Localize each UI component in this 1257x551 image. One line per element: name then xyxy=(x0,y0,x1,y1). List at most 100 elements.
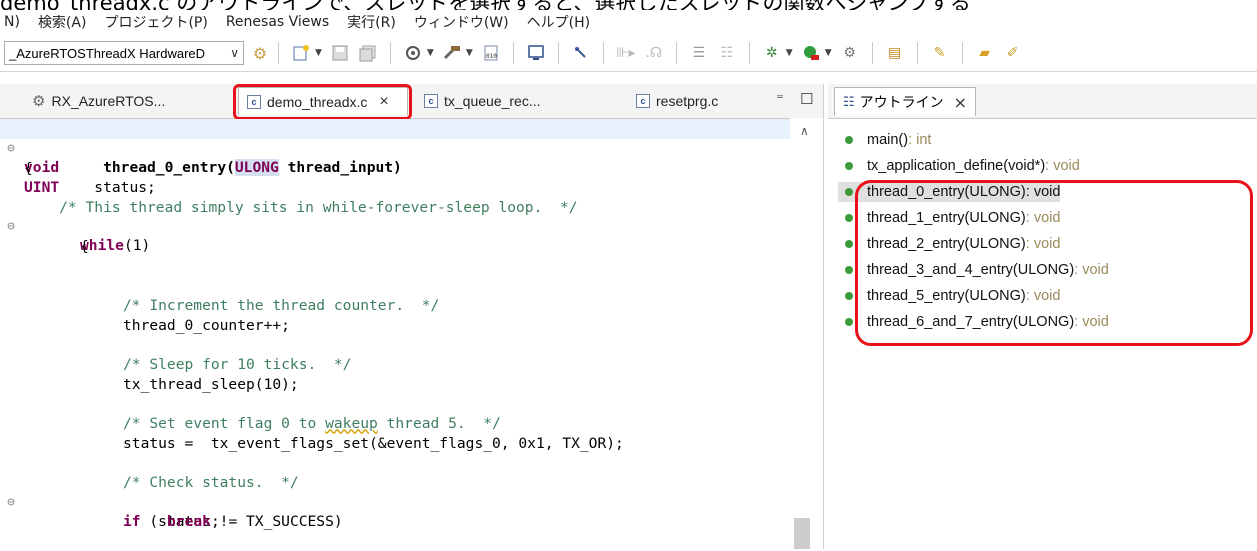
function-dot-icon xyxy=(845,136,853,144)
toolbar-separator xyxy=(961,42,963,64)
function-dot-icon xyxy=(845,162,853,170)
chevron-down-icon[interactable]: ▼ xyxy=(427,48,434,58)
maximize-icon[interactable]: ☐ xyxy=(800,90,813,108)
toolbar-separator xyxy=(389,42,391,64)
svg-text:010: 010 xyxy=(486,53,497,60)
function-dot-icon xyxy=(845,292,853,300)
code-token: (1) xyxy=(123,237,151,255)
code-line: /* Sleep for 10 ticks. */ xyxy=(123,355,352,373)
code-token: break xyxy=(167,512,211,530)
code-text-area[interactable]: ⊖ void thread_0_entry(ULONG thread_input… xyxy=(0,119,795,549)
tab-resetprg[interactable]: c resetprg.c xyxy=(636,87,718,115)
list-alt-icon[interactable]: ☷ xyxy=(716,42,738,64)
code-line: /* Set event flag 0 to wakeup thread 5. … xyxy=(123,414,501,432)
step-icon[interactable]: .☊ xyxy=(643,42,665,64)
code-line: ⊖ while(1) xyxy=(0,197,795,255)
search-icon[interactable] xyxy=(570,42,592,64)
launch-config-select[interactable]: _AzureRTOSThreadX HardwareD ∨ xyxy=(4,41,244,65)
resume-icon[interactable]: ⊪▸ xyxy=(615,42,637,64)
toolbar-separator xyxy=(557,42,559,64)
external-tools-icon[interactable]: ⚙ xyxy=(839,42,861,64)
list-icon[interactable]: ☰ xyxy=(688,42,710,64)
menu-item-navigate[interactable]: N) xyxy=(4,14,20,30)
tab-label: resetprg.c xyxy=(656,93,719,109)
toolbar-separator xyxy=(748,42,750,64)
page-caption: demo_threadx.c のアウトラインで、スレッドを選択すると、選択したス… xyxy=(0,0,1257,10)
editor-tab-bar: ⚙ RX_AzureRTOS... c demo_threadx.c × c t… xyxy=(0,84,823,120)
editor-vertical-scrollbar[interactable]: ∧ xyxy=(790,118,823,549)
highlight-box-tab xyxy=(233,84,412,120)
tab-outline[interactable]: ☷ アウトライン × xyxy=(834,87,977,116)
code-line: break; xyxy=(0,492,795,530)
function-dot-icon xyxy=(845,266,853,274)
toolbar-separator xyxy=(916,42,918,64)
menu-item-project[interactable]: プロジェクト(P) xyxy=(104,12,207,32)
menu-bar: N) 検索(A) プロジェクト(P) Renesas Views 実行(R) ウ… xyxy=(0,10,1257,34)
menu-item-run[interactable]: 実行(R) xyxy=(347,12,396,32)
code-line: thread_0_counter++; xyxy=(123,316,290,334)
outline-view: ☷ アウトライン × main() : int tx_application_d… xyxy=(828,84,1257,549)
code-line: ⊖ void thread_0_entry(ULONG thread_input… xyxy=(0,119,795,177)
outline-icon: ☷ xyxy=(843,94,855,110)
minimize-icon[interactable]: ⁼ xyxy=(776,90,784,108)
menu-item-search[interactable]: 検索(A) xyxy=(38,12,87,32)
scroll-up-icon[interactable]: ∧ xyxy=(800,124,809,138)
code-line: ⊖ if (status != TX_SUCCESS) xyxy=(0,473,795,531)
chevron-down-icon: ∨ xyxy=(230,46,239,60)
save-all-icon[interactable] xyxy=(357,42,379,64)
code-editor: ⚙ RX_AzureRTOS... c demo_threadx.c × c t… xyxy=(0,84,824,549)
outline-tab-label: アウトライン xyxy=(859,95,944,111)
save-icon[interactable] xyxy=(329,42,351,64)
launch-config-label: _AzureRTOSThreadX HardwareD xyxy=(9,45,206,61)
pen-icon[interactable]: ✎ xyxy=(929,42,951,64)
main-toolbar: _AzureRTOSThreadX HardwareD ∨ ⚙ ▼ ▼ ▼ 01… xyxy=(0,35,1257,72)
c-file-icon: c xyxy=(424,94,438,108)
gear-icon: ⚙ xyxy=(32,93,46,110)
toolbar-separator xyxy=(602,42,604,64)
tab-rx-azurertos[interactable]: ⚙ RX_AzureRTOS... xyxy=(32,87,165,115)
gear-icon[interactable]: ⚙ xyxy=(250,43,270,63)
code-line: { xyxy=(24,159,33,177)
outline-item-main[interactable]: main() : int xyxy=(838,130,931,150)
function-dot-icon xyxy=(845,214,853,222)
menu-item-help[interactable]: ヘルプ(H) xyxy=(527,12,590,32)
outline-item-tx-application-define[interactable]: tx_application_define(void*) : void xyxy=(838,156,1080,176)
code-line: /* Check status. */ xyxy=(123,473,299,491)
code-token: if xyxy=(123,513,141,531)
menu-item-window[interactable]: ウィンドウ(W) xyxy=(414,12,509,32)
hammer-icon[interactable] xyxy=(441,42,463,64)
toolbar-separator xyxy=(871,42,873,64)
new-icon[interactable] xyxy=(290,42,312,64)
code-line: tx_thread_sleep(10); xyxy=(123,375,299,393)
tab-label: RX_AzureRTOS... xyxy=(51,93,166,109)
debug-bug-icon[interactable]: ✲ xyxy=(761,42,783,64)
open-type-icon[interactable]: ▤ xyxy=(884,42,906,64)
c-file-icon: c xyxy=(636,94,650,108)
tab-label: tx_queue_rec... xyxy=(444,93,541,109)
scrollbar-thumb[interactable] xyxy=(794,518,810,549)
outline-tab-bar: ☷ アウトライン × xyxy=(828,84,1257,119)
highlight-box-threads xyxy=(855,180,1253,346)
brush-icon[interactable]: ✐ xyxy=(1002,42,1024,64)
function-dot-icon xyxy=(845,240,853,248)
binary-icon[interactable]: 010 xyxy=(480,42,502,64)
toolbar-separator xyxy=(512,42,514,64)
function-dot-icon xyxy=(845,188,853,196)
code-line: { xyxy=(80,237,89,255)
menu-item-renesas-views[interactable]: Renesas Views xyxy=(226,14,329,30)
code-line: /* Increment the thread counter. */ xyxy=(123,296,440,314)
code-line: UINT status; xyxy=(0,158,795,196)
chevron-down-icon[interactable]: ▼ xyxy=(825,48,832,58)
chevron-down-icon[interactable]: ▼ xyxy=(466,48,473,58)
toolbar-separator xyxy=(675,42,677,64)
code-line: /* This thread simply sits in while-fore… xyxy=(24,198,578,216)
code-line: status = tx_event_flags_set(&event_flags… xyxy=(123,434,624,452)
chevron-down-icon[interactable]: ▼ xyxy=(315,48,322,58)
folder-icon[interactable]: ▰ xyxy=(974,42,996,64)
build-config-icon[interactable] xyxy=(402,42,424,64)
console-icon[interactable] xyxy=(525,42,547,64)
close-icon[interactable]: × xyxy=(954,93,967,112)
tab-tx-queue-rec[interactable]: c tx_queue_rec... xyxy=(424,87,541,115)
run-icon[interactable] xyxy=(800,42,822,64)
chevron-down-icon[interactable]: ▼ xyxy=(786,48,793,58)
